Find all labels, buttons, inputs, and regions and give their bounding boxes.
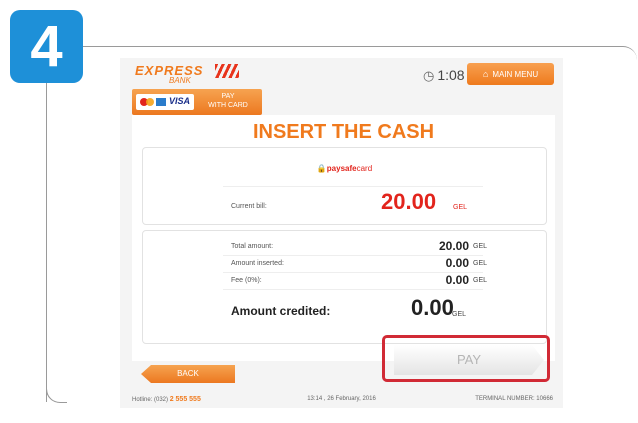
footer: Hotline: (032) 2 555 555 13:14 , 26 Febr… (120, 391, 563, 408)
current-bill-label: Current bill: (231, 203, 267, 210)
payment-panel: INSERT THE CASH 🔒paysafecard Current bil… (132, 115, 555, 361)
total-amount-value: 20.00 (438, 239, 469, 253)
bill-box: 🔒paysafecard Current bill: 20.00 GEL (142, 147, 547, 225)
home-icon: ⌂ (482, 69, 489, 79)
header: EXPRESS BANK ◷ 1:08 ⌂ MAIN MENU (120, 58, 563, 91)
visa-icon: VISA (169, 96, 191, 106)
pay-with-card-label: PAY WITH CARD (208, 93, 248, 109)
amount-inserted-currency: GEL (473, 260, 488, 267)
session-timer: ◷ 1:08 (423, 67, 465, 84)
timer-value: 1:08 (437, 67, 465, 83)
logo-stripes (215, 64, 239, 78)
main-menu-button[interactable]: ⌂ MAIN MENU (467, 63, 554, 85)
amount-credited-label: Amount credited: (231, 304, 331, 318)
lock-icon: 🔒 (316, 164, 327, 173)
step-number-badge: 4 (10, 10, 83, 83)
page-title: INSERT THE CASH (252, 121, 435, 143)
fee-label: Fee (0%): (231, 277, 262, 284)
mastercard-icon (140, 98, 154, 106)
total-amount-label: Total amount: (231, 243, 274, 250)
terminal-number: TERMINAL NUMBER: 10666 (475, 396, 553, 402)
divider (223, 289, 483, 290)
amounts-box: Total amount: 20.00 GEL Amount inserted:… (142, 230, 547, 344)
main-menu-label: MAIN MENU (492, 70, 539, 79)
current-bill-currency: GEL (453, 204, 468, 211)
fee-value: 0.00 (445, 273, 469, 287)
divider (223, 186, 483, 187)
back-button[interactable]: BACK (141, 365, 235, 383)
amex-icon (156, 98, 166, 106)
logo-sub-text: BANK (169, 76, 191, 85)
pay-with-card-button[interactable]: VISA PAY WITH CARD (132, 89, 262, 115)
amount-credited-value: 0.00 (411, 295, 454, 320)
clock-icon: ◷ (423, 68, 435, 83)
fee-currency: GEL (473, 277, 488, 284)
amount-credited-currency: GEL (452, 311, 467, 318)
amount-inserted-value: 0.00 (445, 256, 469, 270)
paysafecard-logo: 🔒paysafecard (316, 164, 373, 173)
amount-inserted-label: Amount inserted: (231, 260, 284, 267)
express-bank-logo: EXPRESS BANK (135, 63, 239, 89)
current-bill-value: 20.00 (381, 189, 437, 214)
pay-button-highlight (382, 335, 550, 382)
total-amount-currency: GEL (473, 243, 488, 250)
card-logos: VISA (136, 94, 194, 110)
